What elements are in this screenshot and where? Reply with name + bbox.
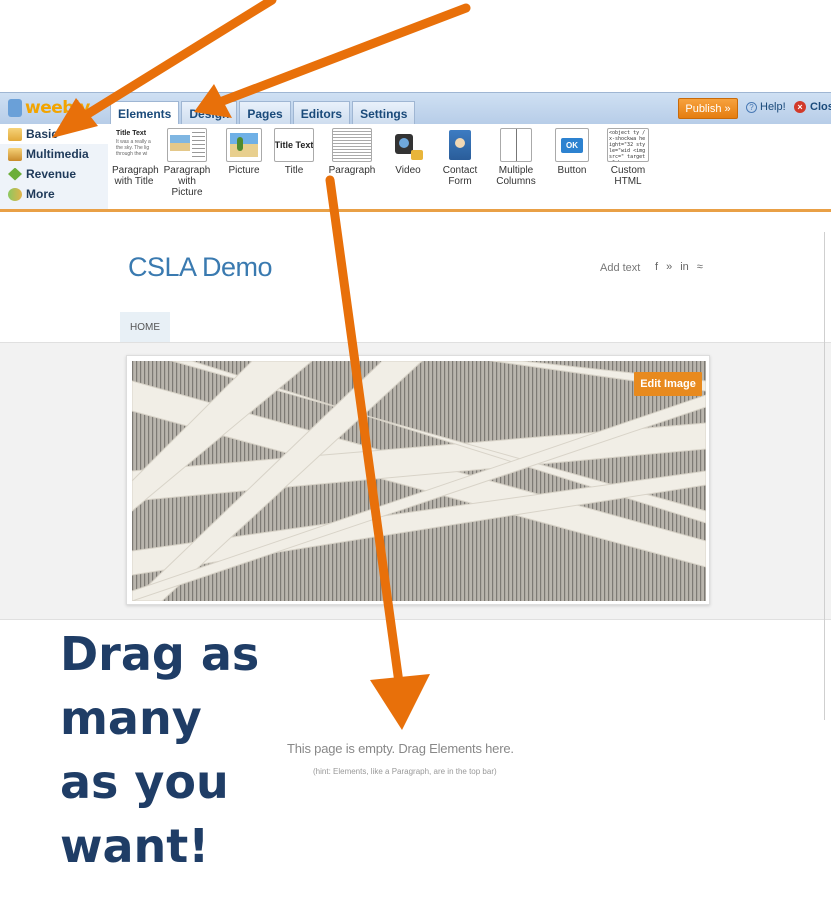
element-categories: Basic Multimedia Revenue More <box>0 124 108 209</box>
tab-settings[interactable]: Settings <box>352 101 416 125</box>
element-label: Paragraph with Picture <box>163 165 211 198</box>
title-thumbnail: Title Text <box>274 128 314 162</box>
close-icon: × <box>794 101 806 113</box>
wooden-ceiling-image <box>132 361 706 601</box>
category-multimedia[interactable]: Multimedia <box>0 144 108 164</box>
annotation-line: want! <box>60 819 210 873</box>
help-label: Help! <box>760 101 786 113</box>
tab-editors[interactable]: Editors <box>292 101 351 125</box>
paragraph-thumbnail <box>332 128 372 162</box>
facebook-icon[interactable]: f <box>655 261 658 273</box>
element-label: Contact Form <box>442 165 478 187</box>
linkedin-icon[interactable]: in <box>680 261 689 273</box>
editor-tabs: Elements Design Pages Editors Settings <box>110 101 417 125</box>
arrow-to-design-tab <box>215 3 471 107</box>
close-label: Close <box>810 101 831 113</box>
rss-icon[interactable]: ≈ <box>697 261 703 273</box>
screenshot-stage: weebly Elements Design Pages Editors Set… <box>0 0 831 904</box>
empty-page-hint: (hint: Elements, like a Paragraph, are i… <box>313 767 497 776</box>
element-label: Title <box>284 165 304 176</box>
more-icon <box>8 187 22 201</box>
thumb-title: Title Text <box>116 130 147 137</box>
header-image[interactable] <box>132 361 706 601</box>
element-label: Multiple Columns <box>496 165 536 187</box>
thumb-code: <object ty /x-shockwa height="32 style="… <box>609 130 646 161</box>
close-link[interactable]: × Close <box>794 101 831 113</box>
revenue-icon <box>8 167 22 181</box>
element-custom-html[interactable]: <object ty /x-shockwa height="32 style="… <box>604 128 652 187</box>
multiple-columns-thumbnail <box>500 128 532 162</box>
help-icon: ? <box>746 101 757 113</box>
tab-elements[interactable]: Elements <box>110 101 180 125</box>
lens-icon <box>399 138 409 148</box>
nav-item-home[interactable]: HOME <box>120 312 170 342</box>
element-paragraph-with-picture[interactable]: Paragraph with Picture <box>162 128 212 198</box>
basic-icon <box>8 127 22 141</box>
category-more[interactable]: More <box>0 184 108 204</box>
weebly-logo-icon <box>8 99 22 117</box>
element-video[interactable]: Video <box>388 128 428 176</box>
element-label: Paragraph <box>328 165 376 176</box>
element-picture[interactable]: Picture <box>222 128 266 176</box>
tab-pages[interactable]: Pages <box>239 101 291 125</box>
empty-page-message: This page is empty. Drag Elements here. <box>287 741 514 756</box>
publish-button[interactable]: Publish » <box>678 98 738 119</box>
video-thumbnail <box>391 128 425 162</box>
edit-image-button[interactable]: Edit Image <box>634 372 702 396</box>
help-link[interactable]: ? Help! <box>746 101 786 113</box>
thumb-title: Title Text <box>274 140 314 150</box>
beach-picture-icon <box>230 133 258 157</box>
paragraph-with-title-thumbnail: Title Text It was a really a the sky. Th… <box>114 128 154 162</box>
element-paragraph[interactable]: Paragraph <box>326 128 378 176</box>
contact-form-thumbnail <box>445 128 475 162</box>
category-revenue[interactable]: Revenue <box>0 164 108 184</box>
weebly-logo: weebly <box>8 97 90 119</box>
category-basic[interactable]: Basic <box>0 124 108 144</box>
category-label: Revenue <box>26 167 77 181</box>
element-contact-form[interactable]: Contact Form <box>438 128 482 187</box>
twitter-icon[interactable]: » <box>666 261 672 273</box>
scrollbar-track[interactable] <box>824 232 825 720</box>
beach-image-icon <box>170 135 190 151</box>
annotation-line: many <box>60 691 202 745</box>
site-title[interactable]: CSLA Demo <box>128 252 273 283</box>
annotation-line: Drag as <box>60 627 260 681</box>
editor-top-bar: weebly Elements Design Pages Editors Set… <box>0 92 831 125</box>
social-icons: f » in ≈ <box>655 261 703 273</box>
elements-panel: Basic Multimedia Revenue More Title Text… <box>0 124 831 212</box>
element-label: Paragraph with Title <box>112 165 159 187</box>
text-lines-icon <box>192 132 205 160</box>
hd-badge-icon <box>411 150 423 160</box>
element-label: Video <box>395 165 421 176</box>
button-thumbnail: OK <box>555 128 589 162</box>
logo-text: weebly <box>25 98 90 118</box>
element-label: Picture <box>228 165 260 176</box>
annotation-line: as you <box>60 755 229 809</box>
ok-button-icon: OK <box>561 137 583 153</box>
tab-design[interactable]: Design <box>181 101 238 125</box>
element-button[interactable]: OK Button <box>552 128 592 176</box>
element-multiple-columns[interactable]: Multiple Columns <box>492 128 540 187</box>
thumb-text: It was a really a the sky. The lig throu… <box>116 139 151 157</box>
picture-thumbnail <box>226 128 262 162</box>
element-label: Button <box>557 165 587 176</box>
custom-html-thumbnail: <object ty /x-shockwa height="32 style="… <box>607 128 649 162</box>
arrow-head-page <box>370 674 430 730</box>
multimedia-icon <box>8 147 22 161</box>
category-label: Basic <box>26 127 59 141</box>
annotation-text: Drag as many as you want! <box>60 622 259 878</box>
element-label: Custom HTML <box>610 165 646 187</box>
add-text-link[interactable]: Add text <box>600 262 640 274</box>
element-paragraph-with-title[interactable]: Title Text It was a really a the sky. Th… <box>112 128 159 187</box>
paragraph-with-picture-thumbnail <box>167 128 207 162</box>
element-title[interactable]: Title Text Title <box>272 128 316 176</box>
person-icon <box>455 138 465 148</box>
header-image-frame <box>126 355 710 605</box>
column-divider-icon <box>516 129 517 161</box>
palm-tree-icon <box>237 137 243 151</box>
category-label: Multimedia <box>26 147 89 161</box>
category-label: More <box>26 187 55 201</box>
